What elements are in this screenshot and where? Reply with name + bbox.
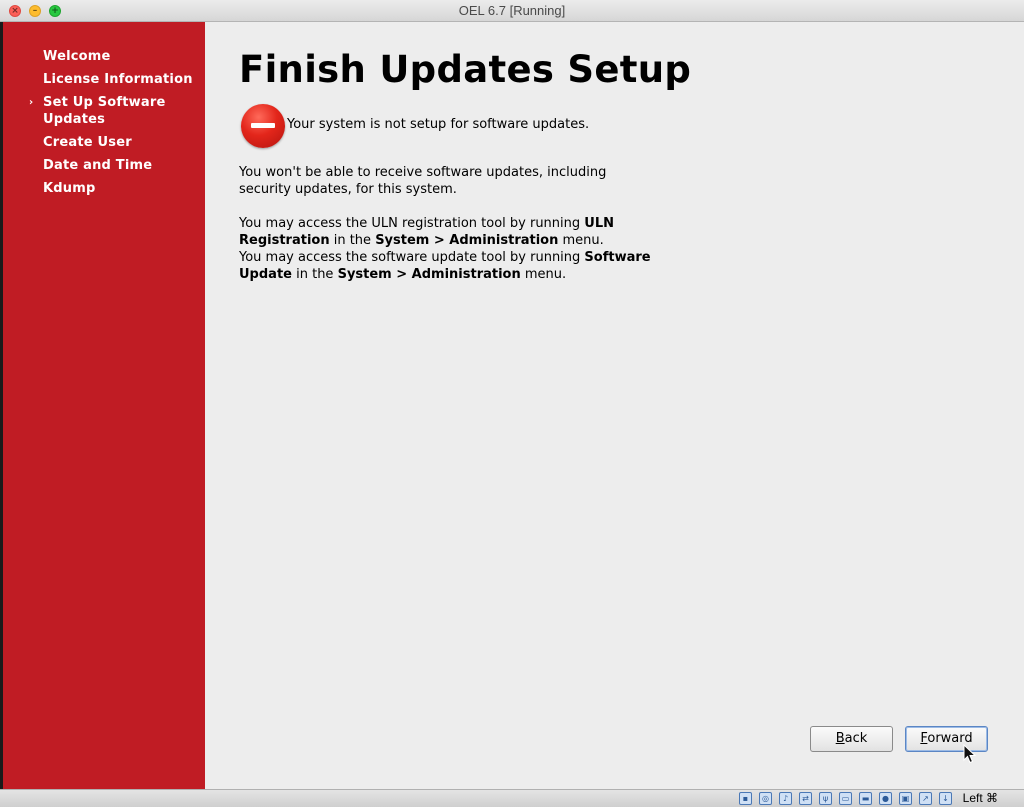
cpu-icon[interactable]: ▣ — [899, 792, 912, 805]
optical-drive-icon[interactable]: ◎ — [759, 792, 772, 805]
shared-folders-icon[interactable]: ▭ — [839, 792, 852, 805]
steps-list: Welcome License Information › Set Up Sof… — [29, 48, 203, 203]
hard-disk-icon[interactable]: ▪ — [739, 792, 752, 805]
mnemonic-letter: B — [835, 731, 845, 746]
vm-statusbar: ▪ ◎ ♪ ⇄ ψ ▭ ▬ ● ▣ ↗ ↓ Left ⌘ — [0, 789, 1024, 807]
page-title: Finish Updates Setup — [239, 48, 692, 91]
instruction-text: menu. — [520, 267, 567, 282]
video-capture-icon[interactable]: ● — [879, 792, 892, 805]
keyboard-capture-icon[interactable]: ↓ — [939, 792, 952, 805]
window-titlebar: × – + OEL 6.7 [Running] — [0, 0, 1024, 22]
menu-path-text: System > Administration — [337, 267, 521, 282]
warning-paragraph: You won't be able to receive software up… — [239, 165, 607, 197]
mouse-integration-icon[interactable]: ↗ — [919, 792, 932, 805]
instructions-paragraph: You may access the ULN registration tool… — [239, 215, 679, 283]
device-icons: ▪ ◎ ♪ ⇄ ψ ▭ ▬ ● ▣ ↗ ↓ — [739, 792, 952, 805]
sidebar-item-create-user: Create User — [43, 134, 203, 151]
firstboot-sidebar: Welcome License Information › Set Up Sof… — [3, 22, 205, 789]
sidebar-item-software-updates: › Set Up Software Updates — [29, 94, 203, 128]
sidebar-item-license: License Information — [43, 71, 203, 88]
instruction-text: You may access the software update tool … — [239, 250, 585, 265]
sidebar-item-label: Create User — [43, 135, 132, 150]
button-label: ack — [844, 731, 868, 746]
stop-icon — [241, 104, 285, 148]
sidebar-item-label: License Information — [43, 72, 193, 87]
instruction-text: in the — [329, 233, 376, 248]
sidebar-item-label: Date and Time — [43, 158, 153, 173]
current-step-icon: › — [29, 97, 34, 108]
audio-icon[interactable]: ♪ — [779, 792, 792, 805]
sidebar-item-label: Kdump — [43, 181, 96, 196]
vm-display[interactable]: Welcome License Information › Set Up Sof… — [0, 22, 1024, 789]
usb-icon[interactable]: ψ — [819, 792, 832, 805]
sidebar-item-label: Set Up Software Updates — [43, 95, 166, 127]
back-button[interactable]: Back — [810, 726, 893, 752]
window-title: OEL 6.7 [Running] — [458, 3, 566, 18]
menu-path-text: System > Administration — [375, 233, 559, 248]
display-icon[interactable]: ▬ — [859, 792, 872, 805]
sidebar-item-welcome: Welcome — [43, 48, 203, 65]
instruction-text: in the — [291, 267, 338, 282]
mouse-cursor-icon — [963, 744, 977, 764]
sidebar-item-label: Welcome — [43, 49, 111, 64]
instruction-text: You may access the ULN registration tool… — [239, 216, 585, 231]
main-content: Finish Updates Setup Your system is not … — [205, 22, 1024, 789]
host-key-label: Left ⌘ — [962, 791, 998, 805]
instruction-text: menu. — [558, 233, 604, 248]
sidebar-item-kdump: Kdump — [43, 180, 203, 197]
network-icon[interactable]: ⇄ — [799, 792, 812, 805]
sidebar-item-date-time: Date and Time — [43, 157, 203, 174]
status-message: Your system is not setup for software up… — [287, 117, 590, 132]
